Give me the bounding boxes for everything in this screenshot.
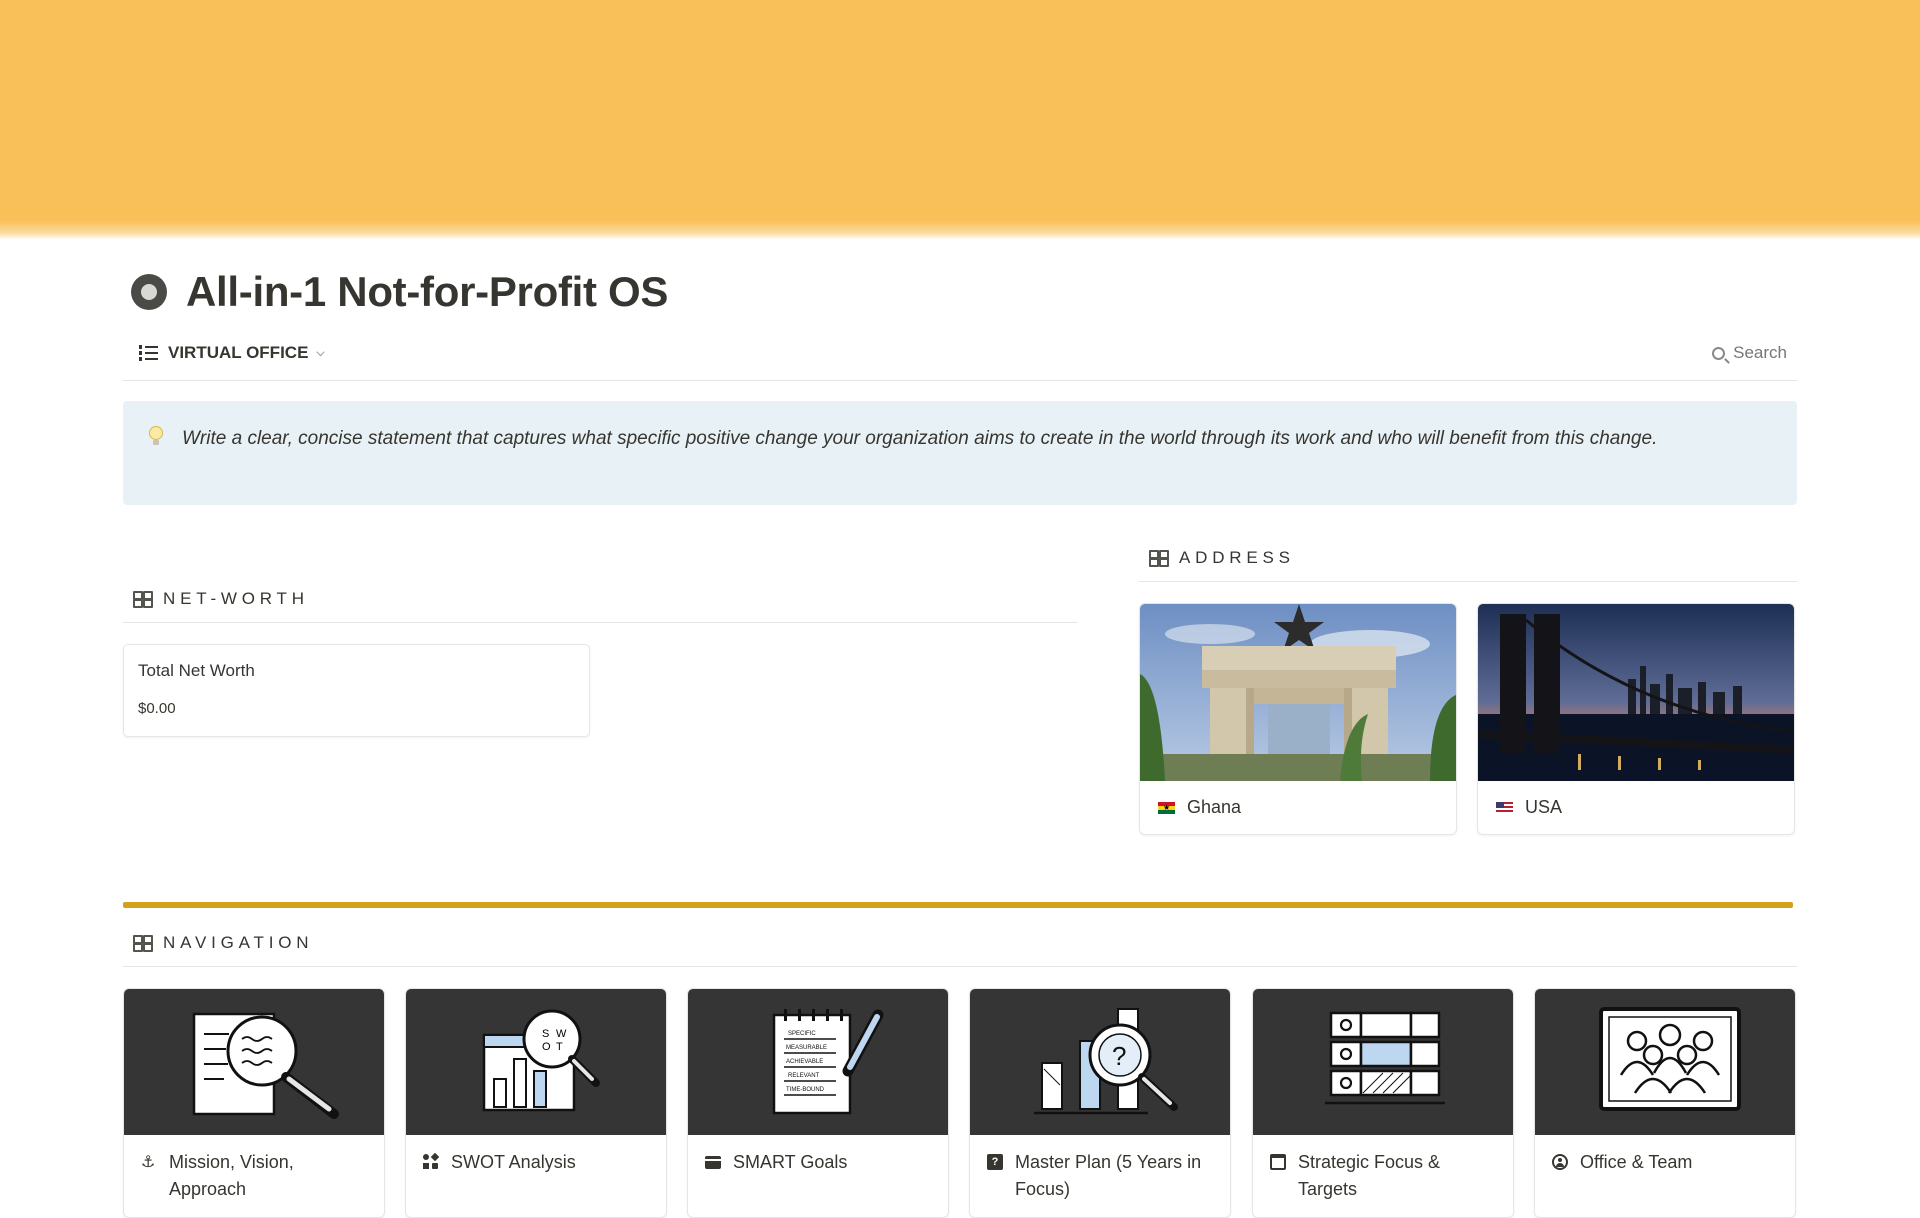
usa-bridge-image	[1478, 604, 1794, 781]
mission-callout: Write a clear, concise statement that ca…	[123, 401, 1797, 505]
callout-text[interactable]: Write a clear, concise statement that ca…	[182, 423, 1762, 454]
address-heading: ADDRESS	[1139, 535, 1797, 582]
nav-card-label: SWOT Analysis	[423, 1149, 653, 1176]
question-mark-glyph: ?	[1112, 1041, 1126, 1071]
nav-card-label: SMART Goals	[705, 1149, 935, 1176]
view-label: VIRTUAL OFFICE	[168, 343, 309, 362]
net-worth-card[interactable]: Total Net Worth $0.00	[123, 644, 590, 737]
nav-card-title: Office & Team	[1580, 1152, 1693, 1172]
anchor-icon	[141, 1149, 157, 1176]
user-circle-icon	[1552, 1154, 1568, 1170]
nav-card-title: Strategic Focus & Targets	[1298, 1152, 1441, 1199]
nav-card-label: ? Master Plan (5 Years in Focus)	[987, 1149, 1217, 1203]
card-icon	[705, 1156, 721, 1169]
nav-card-cover: S W O T	[406, 989, 666, 1135]
gantt-table-illustration	[1325, 1011, 1445, 1105]
smart-line-1: SPECIFIC	[788, 1031, 816, 1037]
nav-card-label: Strategic Focus & Targets	[1270, 1149, 1500, 1203]
swot-letter-o: O	[542, 1041, 551, 1053]
question-chart-illustration: ?	[1034, 1008, 1178, 1115]
list-icon	[139, 345, 158, 361]
view-bar: VIRTUAL OFFICE ⌵ Search	[123, 335, 1797, 381]
nav-card-cover	[1253, 989, 1513, 1135]
section-divider	[123, 902, 1793, 908]
smart-line-2: MEASURABLE	[786, 1045, 827, 1051]
calendar-icon	[1270, 1154, 1286, 1170]
net-worth-value: $0.00	[138, 700, 176, 717]
search-label: Search	[1733, 343, 1787, 362]
nav-card-title: Mission, Vision, Approach	[169, 1152, 294, 1199]
target-circle-icon[interactable]	[131, 274, 167, 310]
nav-card-master-plan[interactable]: ? ? Master Plan (5 Years in Focus)	[969, 988, 1231, 1218]
page-title[interactable]: All-in-1 Not-for-Profit OS	[186, 266, 668, 318]
nav-card-cover: SPECIFIC MEASURABLE ACHIEVABLE RELEVANT …	[688, 989, 948, 1135]
swot-letter-t: T	[556, 1041, 563, 1053]
search-icon	[1712, 346, 1726, 360]
swot-letter-w: W	[556, 1028, 567, 1040]
net-worth-heading-text: NET-WORTH	[163, 589, 309, 608]
net-worth-label: Total Net Worth	[138, 661, 255, 680]
nav-card-label: Office & Team	[1552, 1149, 1782, 1176]
magnifier-document-illustration	[192, 1012, 339, 1119]
gallery-icon	[133, 935, 153, 952]
nav-card-cover	[1535, 989, 1795, 1135]
address-card-ghana[interactable]: Ghana	[1139, 603, 1457, 835]
net-worth-heading: NET-WORTH	[123, 576, 1078, 623]
team-frame-illustration	[1599, 1007, 1741, 1111]
ghana-arch-image	[1140, 604, 1456, 781]
swot-shapes-icon	[423, 1152, 440, 1170]
nav-card-strategic-focus[interactable]: Strategic Focus & Targets	[1252, 988, 1514, 1218]
page-cover	[0, 0, 1920, 240]
smart-line-3: ACHIEVABLE	[786, 1059, 823, 1065]
gallery-icon	[1149, 550, 1169, 567]
question-square-icon: ?	[987, 1154, 1003, 1170]
nav-card-office-team[interactable]: Office & Team	[1534, 988, 1796, 1218]
smart-line-4: RELEVANT	[788, 1073, 820, 1079]
checklist-pen-illustration: SPECIFIC MEASURABLE ACHIEVABLE RELEVANT …	[772, 1009, 884, 1115]
address-label: USA	[1525, 797, 1563, 817]
chevron-down-icon: ⌵	[316, 346, 325, 359]
address-caption: Ghana	[1158, 797, 1241, 818]
swot-chart-illustration: S W O T	[482, 1009, 600, 1112]
nav-card-title: SMART Goals	[733, 1152, 848, 1172]
lightbulb-icon	[148, 425, 164, 445]
smart-line-5: TIME-BOUND	[786, 1087, 825, 1093]
navigation-heading-text: NAVIGATION	[163, 933, 314, 952]
nav-card-label: Mission, Vision, Approach	[141, 1149, 371, 1203]
address-caption: USA	[1496, 797, 1562, 818]
swot-letter-s: S	[542, 1028, 549, 1040]
nav-card-cover	[124, 989, 384, 1135]
address-heading-text: ADDRESS	[1179, 548, 1295, 567]
usa-flag-icon	[1496, 801, 1513, 814]
nav-card-smart-goals[interactable]: SPECIFIC MEASURABLE ACHIEVABLE RELEVANT …	[687, 988, 949, 1218]
nav-card-title: SWOT Analysis	[451, 1152, 576, 1172]
address-label: Ghana	[1187, 797, 1242, 817]
gallery-icon	[133, 591, 153, 608]
nav-card-swot[interactable]: S W O T SWOT Analysis	[405, 988, 667, 1218]
address-card-usa[interactable]: USA	[1477, 603, 1795, 835]
nav-card-mission[interactable]: Mission, Vision, Approach	[123, 988, 385, 1218]
navigation-heading: NAVIGATION	[123, 920, 1797, 967]
ghana-flag-icon	[1158, 801, 1175, 814]
nav-card-title: Master Plan (5 Years in Focus)	[1015, 1152, 1202, 1199]
nav-card-cover: ?	[970, 989, 1230, 1135]
search-button[interactable]: Search	[1712, 343, 1787, 363]
view-switcher[interactable]: VIRTUAL OFFICE ⌵	[139, 343, 325, 363]
